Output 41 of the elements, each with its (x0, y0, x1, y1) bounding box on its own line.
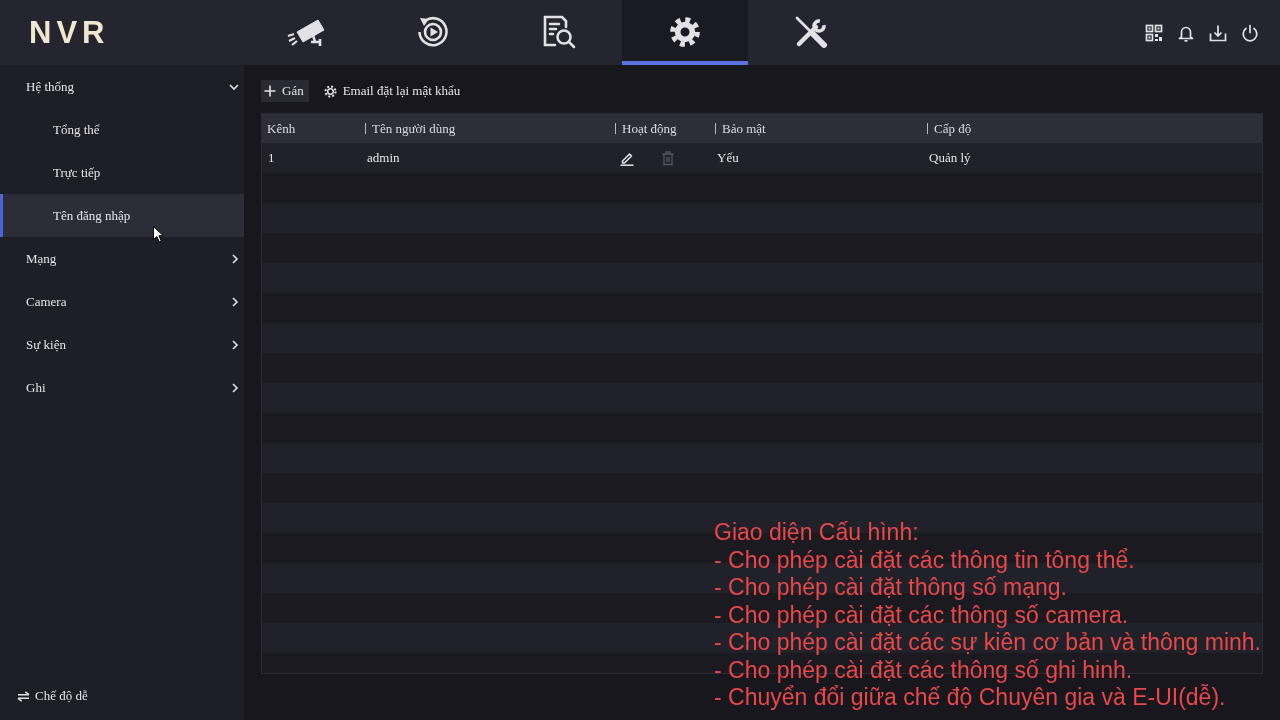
caption-title: Giao diện Cấu hình: (714, 519, 919, 547)
download-icon[interactable] (1209, 23, 1227, 42)
sidebar-item[interactable]: Sự kiện (0, 323, 244, 366)
swap-arrows-icon (17, 690, 30, 702)
sidebar-item[interactable]: Trực tiếp (0, 151, 244, 194)
sidebar-item[interactable]: Mạng (0, 237, 244, 280)
mouse-pointer-icon (153, 226, 164, 243)
mode-switch-button[interactable]: Chế độ dễ (17, 688, 88, 704)
plus-icon (264, 85, 276, 97)
sidebar-item[interactable]: Ghi (0, 366, 244, 409)
table-cell: Yếu (717, 150, 739, 166)
settings-icon (668, 15, 702, 49)
email-reset-button[interactable]: Email đặt lại mật khẩu (322, 80, 465, 102)
nav-tab[interactable] (622, 0, 748, 65)
column-header: Bảo mật (722, 120, 766, 137)
column-header: Cấp độ (934, 120, 972, 137)
add-button[interactable]: Gán (261, 80, 309, 102)
column-header: Hoạt động (622, 120, 677, 137)
column-header: Kênh (267, 120, 296, 137)
caption-line: - Cho phép cài đặt các thông tin tông thể. (714, 546, 1135, 574)
sidebar-item[interactable]: Tổng thể (0, 108, 244, 151)
table-cell: admin (367, 150, 400, 166)
table-cell: 1 (268, 150, 275, 166)
qr-code-icon[interactable] (1145, 23, 1163, 42)
column-header: Tên người dùng (372, 120, 456, 137)
power-icon[interactable] (1241, 23, 1259, 42)
sidebar-item[interactable]: Camera (0, 280, 244, 323)
caption-line: - Chuyển đổi giữa chế độ Chuyên gia và E-UI(dễ). (714, 684, 1226, 712)
sidebar-item[interactable]: Tên đăng nhập (0, 194, 244, 237)
logo: NVR (29, 15, 110, 50)
replay-icon (415, 14, 451, 50)
sidebar-item[interactable]: Hệ thống (0, 65, 244, 108)
caption-line: - Cho phép cài đặt các thông số ghi hinh. (714, 656, 1133, 684)
gear-icon (323, 84, 337, 98)
caption-line: - Cho phép cài đặt thông số mạng. (714, 574, 1067, 602)
document-search-icon (541, 14, 577, 50)
caption-line: - Cho phép cài đặt các sự kiên cơ bản và thông minh. (714, 629, 1261, 657)
table-cell: Quản lý (929, 150, 971, 166)
edit-pencil-icon[interactable] (619, 150, 635, 166)
caption-line: - Cho phép cài đặt các thông số camera. (714, 601, 1129, 629)
wrench-screwdriver-icon (794, 15, 828, 49)
